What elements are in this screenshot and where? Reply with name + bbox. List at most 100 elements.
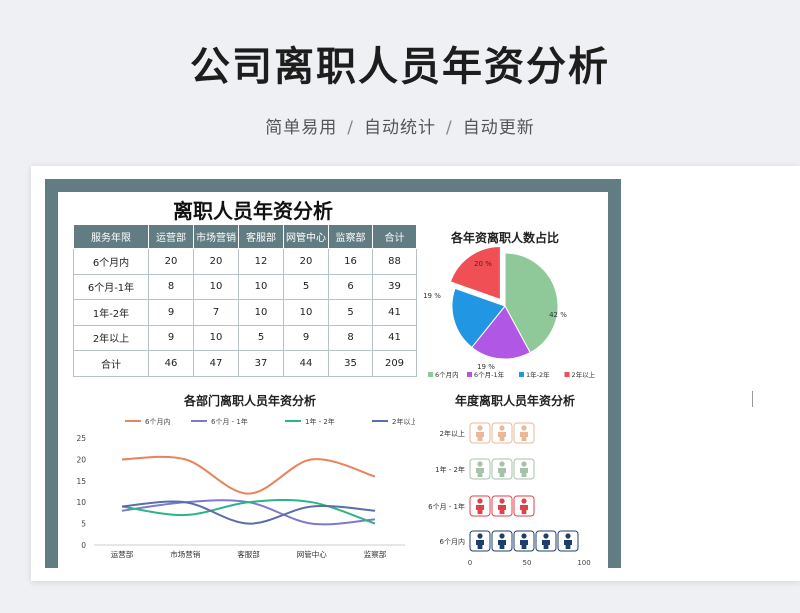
table-cell: 44 <box>283 350 329 377</box>
line-legend-label: 6个月内 <box>145 417 170 426</box>
line-legend-label: 1年 - 2年 <box>305 417 335 426</box>
table-cell: 6 <box>328 273 373 300</box>
table-cell: 5 <box>328 299 373 326</box>
pie-data-label: 19 % <box>477 363 495 371</box>
table-cell: 6个月内 <box>73 248 149 275</box>
person-icon <box>557 530 579 552</box>
table-cell: 10 <box>283 299 329 326</box>
card-edge-mark <box>752 391 753 407</box>
table-cell: 9 <box>148 324 194 351</box>
line-series <box>121 455 376 495</box>
pie-legend-label: 6个月内 <box>435 370 459 379</box>
table-cell: 7 <box>193 299 239 326</box>
pictograph-chart-title: 年度离职人员年资分析 <box>454 394 575 408</box>
table-cell: 2年以上 <box>73 324 149 351</box>
pictograph-category-label: 2年以上 <box>440 429 465 438</box>
table-cell: 12 <box>238 248 284 275</box>
person-head <box>477 425 483 431</box>
person-icon <box>469 495 491 517</box>
person-icon <box>491 422 513 444</box>
table-cell: 37 <box>238 350 284 377</box>
pictograph-category-label: 6个月内 <box>440 537 465 546</box>
y-tick-label: 25 <box>76 434 86 443</box>
table-header: 网管中心 <box>283 224 329 249</box>
pie-legend-swatch <box>467 372 472 377</box>
person-head <box>565 533 571 539</box>
table-row: 6个月内 20 20 12 20 16 88 <box>73 248 417 275</box>
pie-data-label: 42 % <box>549 311 567 319</box>
line-chart-title: 各部门离职人员年资分析 <box>183 394 316 408</box>
person-icon <box>469 422 491 444</box>
y-tick-label: 10 <box>76 498 86 507</box>
table-total-row: 合计 46 47 37 44 35 209 <box>73 350 417 377</box>
table-cell: 47 <box>193 350 239 377</box>
person-icon <box>535 530 557 552</box>
table-row: 6个月-1年 8 10 10 5 6 39 <box>73 273 417 300</box>
person-head <box>521 425 527 431</box>
person-head <box>521 498 527 504</box>
pie-chart: 42 % 19 % 19 % 20 % 6个月内 6个月-1年 1年-2年 2年以上 <box>423 245 596 379</box>
table-cell: 10 <box>238 273 284 300</box>
x-tick-label: 客服部 <box>237 549 260 559</box>
pie-legend-swatch <box>564 372 570 377</box>
person-icon <box>513 458 535 480</box>
y-tick-label: 0 <box>81 541 86 550</box>
table-cell: 9 <box>283 324 329 351</box>
person-head <box>543 533 549 539</box>
person-icon <box>491 530 513 552</box>
person-head <box>477 533 483 539</box>
person-icon <box>469 458 491 480</box>
table-cell: 10 <box>193 273 239 300</box>
person-icon <box>469 530 491 552</box>
table-cell: 8 <box>328 324 373 351</box>
pictograph-category-label: 1年 - 2年 <box>435 465 465 474</box>
tag-easy: 简单易用 <box>265 118 338 138</box>
person-head <box>477 498 483 504</box>
table-cell: 20 <box>193 248 239 275</box>
pie-legend-swatch <box>428 372 433 377</box>
x-tick-label: 运营部 <box>111 549 134 559</box>
page-title: 公司离职人员年资分析 <box>190 44 610 90</box>
x-tick-label: 监察部 <box>364 549 387 559</box>
person-head <box>499 461 505 467</box>
y-tick-label: 20 <box>76 455 86 464</box>
x-tick-label: 0 <box>468 559 472 567</box>
table-header: 市场营销 <box>193 224 239 249</box>
person-icon <box>513 530 535 552</box>
x-tick-label: 网管中心 <box>297 549 327 559</box>
line-legend-label: 6个月 - 1年 <box>211 417 248 426</box>
table-cell: 20 <box>283 248 329 275</box>
y-tick-label: 15 <box>76 477 86 486</box>
sheet-title: 离职人员年资分析 <box>173 199 333 223</box>
person-head <box>499 533 505 539</box>
pie-legend-label: 6个月-1年 <box>474 370 505 379</box>
table-cell: 9 <box>148 299 194 326</box>
pie-legend-label: 1年-2年 <box>526 370 550 379</box>
table-header-row: 服务年限 运营部 市场营销 客服部 网管中心 监察部 合计 <box>73 224 417 249</box>
table-cell: 5 <box>283 273 329 300</box>
table-cell: 10 <box>238 299 284 326</box>
x-tick-label: 50 <box>523 559 532 567</box>
pie-data-label: 19 % <box>423 292 441 300</box>
person-icon <box>513 495 535 517</box>
seniority-table: 服务年限 运营部 市场营销 客服部 网管中心 监察部 合计 6个月内 20 20 12… <box>73 224 417 377</box>
table-header: 服务年限 <box>73 224 149 249</box>
person-head <box>521 461 527 467</box>
x-tick-label: 市场营销 <box>170 549 200 559</box>
table-row: 2年以上 9 10 5 9 8 41 <box>73 324 417 351</box>
table-cell: 6个月-1年 <box>73 273 149 300</box>
y-tick-label: 5 <box>81 520 86 529</box>
tag-separator: / <box>347 118 354 138</box>
pictograph-category-label: 6个月 - 1年 <box>428 502 465 511</box>
pie-legend-swatch <box>519 372 524 377</box>
table-cell: 8 <box>148 273 194 300</box>
pie-legend-label: 2年以上 <box>572 370 596 379</box>
person-head <box>499 498 505 504</box>
tag-auto-stat: 自动统计 <box>364 118 436 138</box>
table-header: 监察部 <box>328 224 373 249</box>
person-icon <box>491 495 513 517</box>
person-head <box>477 461 483 467</box>
table-cell: 合计 <box>73 350 149 377</box>
table-header: 客服部 <box>238 224 284 249</box>
table-cell: 35 <box>328 350 373 377</box>
